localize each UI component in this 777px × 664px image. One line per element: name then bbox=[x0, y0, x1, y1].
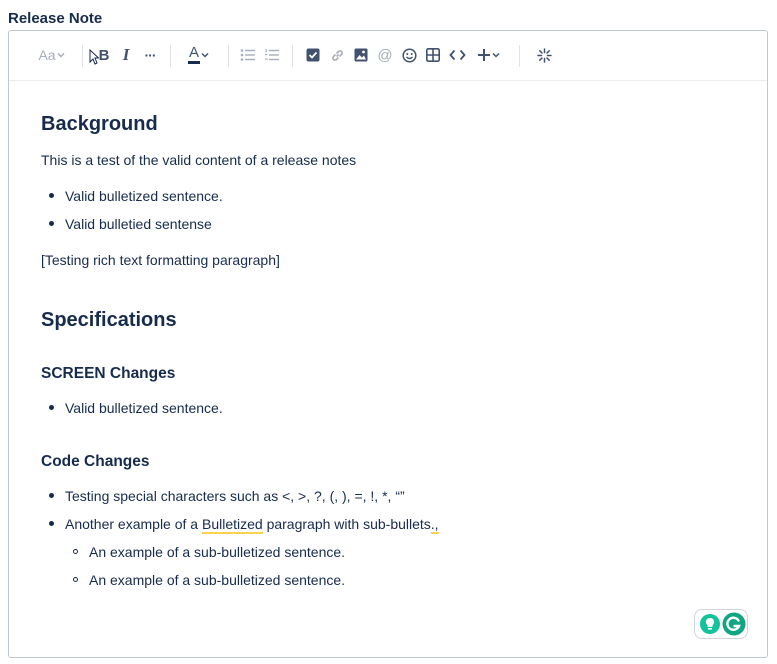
toolbar-divider bbox=[82, 45, 83, 67]
toolbar-divider bbox=[292, 45, 293, 67]
table-button[interactable] bbox=[424, 44, 442, 66]
heading-screen-changes: SCREEN Changes bbox=[41, 365, 176, 382]
italic-button[interactable]: I bbox=[117, 44, 135, 66]
bullet-list-button[interactable] bbox=[239, 44, 257, 66]
link-icon bbox=[331, 49, 343, 61]
text-segment: paragraph with sub-bullets bbox=[262, 516, 431, 532]
numbered-list-button[interactable] bbox=[263, 44, 281, 66]
heading-background: Background bbox=[41, 113, 158, 135]
list-item: An example of a sub-bulletized sentence. bbox=[89, 544, 346, 560]
list-item: Another example of a Bulletized paragrap… bbox=[65, 514, 439, 534]
text-style-label: Aa bbox=[38, 47, 56, 63]
list-item: Valid bulletied sentense bbox=[65, 216, 212, 232]
bold-button[interactable]: B bbox=[95, 44, 113, 66]
more-label: ··· bbox=[144, 47, 157, 63]
paragraph-intro: This is a test of the valid content of a… bbox=[41, 152, 357, 168]
grammar-flagged-punctuation[interactable]: ., bbox=[430, 516, 439, 534]
link-button[interactable] bbox=[328, 44, 346, 66]
mention-icon: @ bbox=[377, 46, 393, 64]
toolbar-divider bbox=[170, 45, 171, 67]
ai-assist-button[interactable] bbox=[535, 44, 553, 66]
insert-more-dropdown[interactable] bbox=[474, 44, 504, 66]
bullet-dot bbox=[49, 521, 54, 526]
grammarly-logo-icon[interactable] bbox=[722, 612, 746, 636]
chevron-down-icon bbox=[57, 52, 65, 58]
sparkle-icon bbox=[536, 47, 552, 63]
text-segment: Another example of a bbox=[65, 516, 202, 532]
editor-toolbar: Aa B I ··· A @ bbox=[9, 31, 767, 81]
plus-icon bbox=[478, 49, 490, 61]
image-icon bbox=[354, 48, 368, 62]
paragraph-testing: [Testing rich text formatting paragraph] bbox=[41, 252, 280, 268]
bullet-dot bbox=[49, 193, 54, 198]
text-color-button[interactable]: A bbox=[183, 44, 215, 66]
chevron-down-icon bbox=[492, 52, 500, 58]
emoji-button[interactable] bbox=[400, 44, 418, 66]
toolbar-divider bbox=[519, 45, 520, 67]
bullet-list-icon bbox=[240, 49, 255, 61]
field-label: Release Note bbox=[8, 10, 103, 27]
list-item: Testing special characters such as <, >,… bbox=[65, 488, 405, 504]
emoji-icon bbox=[401, 47, 417, 63]
more-formatting-button[interactable]: ··· bbox=[140, 44, 160, 66]
numbered-list-icon bbox=[265, 49, 279, 61]
bold-label: B bbox=[98, 46, 110, 64]
checkbox-icon bbox=[306, 48, 320, 62]
bullet-dot bbox=[49, 221, 54, 226]
mention-button[interactable]: @ bbox=[376, 44, 394, 66]
sub-bullet-ring bbox=[73, 549, 78, 554]
bullet-dot bbox=[49, 493, 54, 498]
list-item: An example of a sub-bulletized sentence. bbox=[89, 572, 346, 588]
toolbar-divider bbox=[228, 45, 229, 67]
grammar-flagged-word[interactable]: Bulletized bbox=[201, 516, 263, 534]
heading-code-changes: Code Changes bbox=[41, 453, 150, 470]
heading-specifications: Specifications bbox=[41, 309, 177, 331]
lightbulb-icon[interactable] bbox=[699, 613, 721, 635]
text-color-icon: A bbox=[188, 45, 200, 64]
bullet-dot bbox=[49, 405, 54, 410]
table-icon bbox=[426, 48, 440, 62]
chevron-down-icon bbox=[201, 52, 209, 58]
text-style-dropdown[interactable]: Aa bbox=[35, 44, 69, 66]
italic-label: I bbox=[122, 45, 130, 64]
sub-bullet-ring bbox=[73, 577, 78, 582]
code-snippet-button[interactable] bbox=[447, 44, 467, 66]
action-item-button[interactable] bbox=[304, 44, 322, 66]
rich-text-editor[interactable]: Aa B I ··· A @ Background This is a test… bbox=[8, 30, 768, 658]
list-item: Valid bulletized sentence. bbox=[65, 400, 223, 416]
list-item: Valid bulletized sentence. bbox=[65, 188, 223, 204]
code-icon bbox=[448, 49, 466, 61]
grammarly-widget[interactable] bbox=[694, 609, 748, 639]
image-button[interactable] bbox=[352, 44, 370, 66]
